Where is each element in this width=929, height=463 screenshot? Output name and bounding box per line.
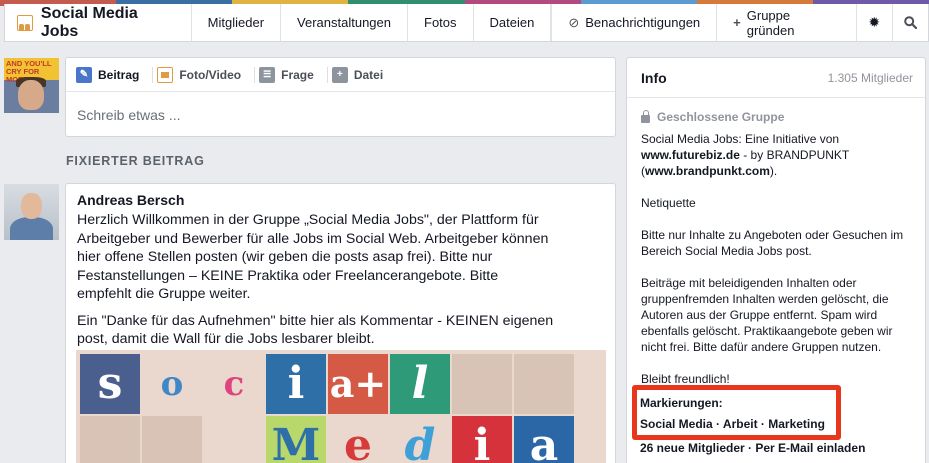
composer-input[interactable]: Schreib etwas ... — [66, 92, 615, 138]
rules-line: Autoren aus der Gruppe entfernt. Spam wi… — [641, 308, 878, 322]
settings-button[interactable]: ✹ — [857, 4, 893, 41]
post-paragraph-1: Herzlich Willkommen in der Gruppe „Socia… — [77, 212, 549, 302]
post-image[interactable]: s o c i a+ l M e d i a — [76, 350, 606, 463]
rules-line: Bereich Social Media Jobs post. — [641, 244, 812, 258]
desc-line: (www.brandpunkt.com). — [641, 164, 778, 178]
nav-events[interactable]: Veranstaltungen — [281, 4, 408, 41]
image-tile: a+ — [328, 354, 388, 414]
pencil-icon: ✎ — [76, 66, 92, 83]
tab-photo-video-label: Foto/Video — [179, 67, 242, 82]
post-author[interactable]: Andreas Bersch — [77, 192, 184, 208]
image-tile: i — [452, 416, 512, 463]
nav-photos[interactable]: Fotos — [408, 4, 474, 41]
rules-line: nicht frei. Bitte dafür andere Gruppen n… — [641, 340, 882, 354]
image-tile — [452, 354, 512, 414]
image-tile: l — [390, 354, 450, 414]
tab-post[interactable]: ✎ Beitrag — [76, 58, 154, 92]
tab-question-label: Frage — [281, 67, 314, 82]
image-tile: o — [142, 354, 202, 414]
image-tile — [80, 416, 140, 463]
member-count[interactable]: 1.305 Mitglieder — [828, 71, 913, 85]
info-title: Info — [641, 69, 667, 86]
netiquette-heading: Netiquette — [641, 196, 696, 210]
question-list-icon: ☰ — [259, 66, 276, 83]
group-icon — [17, 14, 33, 31]
plus-icon: + — [733, 15, 741, 30]
desc-line: Social Media Jobs: Eine Initiative von — [641, 132, 840, 146]
tags-highlight-box — [632, 385, 841, 440]
desc-line: www.futurebiz.de - by BRANDPUNKT — [641, 147, 916, 163]
search-icon — [903, 16, 917, 29]
tags-list[interactable]: Social Media · Arbeit · Marketing — [640, 417, 825, 431]
group-name[interactable]: Social Media Jobs — [41, 5, 179, 41]
image-tile: i — [266, 354, 326, 414]
tab-question[interactable]: ☰ Frage — [259, 58, 328, 92]
search-button[interactable] — [893, 4, 929, 41]
author-avatar[interactable] — [4, 184, 59, 240]
rules-line: gruppenfremden Inhalten werden gelöscht,… — [641, 292, 889, 306]
group-top-nav: Social Media Jobs Mitglieder Veranstaltu… — [4, 4, 929, 42]
nav-members[interactable]: Mitglieder — [192, 4, 282, 41]
desc-mid: - by BRANDPUNKT — [739, 148, 850, 162]
notifications-off-icon: ⊘ — [568, 14, 580, 30]
post-composer: ✎ Beitrag Foto/Video ☰ Frage + Datei Sch… — [65, 57, 616, 137]
notifications-label: Benachrichtigungen — [585, 15, 701, 30]
tab-file-label: Datei — [353, 67, 384, 82]
rules-line: Beiträge mit beleidigenden Inhalten oder — [641, 276, 857, 290]
post-paragraph-2: Ein "Danke für das Aufnehmen" bitte hier… — [77, 312, 554, 348]
pinned-section-label: FIXIERTER BEITRAG — [66, 154, 205, 168]
rules-line: ebenfalls gelöscht. Praktikaangebote geb… — [641, 324, 893, 338]
image-tile — [514, 354, 574, 414]
image-tile: M — [266, 416, 326, 463]
composer-tabs: ✎ Beitrag Foto/Video ☰ Frage + Datei — [66, 58, 615, 92]
lock-icon — [641, 110, 650, 123]
rules-line: Bitte nur Inhalte zu Angeboten oder Gesu… — [641, 228, 904, 242]
image-tile: e — [328, 416, 388, 463]
tab-photo-video[interactable]: Foto/Video — [157, 58, 256, 92]
post-body: Herzlich Willkommen in der Gruppe „Socia… — [77, 211, 607, 357]
tab-file[interactable]: + Datei — [331, 58, 393, 92]
image-tile — [142, 416, 202, 463]
futurebiz-link[interactable]: www.futurebiz.de — [641, 148, 740, 162]
privacy-label: Geschlossene Gruppe — [657, 110, 785, 124]
image-tile: c — [204, 354, 264, 414]
group-brand[interactable]: Social Media Jobs — [5, 4, 192, 41]
group-description: Social Media Jobs: Eine Initiative von w… — [641, 131, 916, 387]
info-header: Info 1.305 Mitglieder — [627, 58, 925, 98]
pinned-post: Andreas Bersch Herzlich Willkommen in de… — [65, 183, 616, 463]
image-tile: a — [514, 416, 574, 463]
photo-icon — [157, 66, 174, 83]
privacy-status: Geschlossene Gruppe — [641, 110, 784, 124]
gear-icon: ✹ — [868, 14, 881, 30]
image-tile: s — [80, 354, 140, 414]
file-add-icon: + — [331, 66, 348, 83]
image-tile: d — [390, 416, 450, 463]
brandpunkt-link[interactable]: www.brandpunkt.com — [645, 164, 770, 178]
tab-post-label: Beitrag — [98, 67, 140, 82]
tags-label: Markierungen: — [640, 396, 723, 410]
nav-files[interactable]: Dateien — [474, 4, 552, 41]
create-group-label: Gruppe gründen — [746, 7, 795, 38]
notifications-button[interactable]: ⊘ Benachrichtigungen — [551, 4, 718, 41]
current-user-avatar[interactable]: AND YOU'LL CRY FOR MORE! — [4, 58, 59, 113]
create-group-button[interactable]: + Gruppe gründen — [717, 4, 857, 41]
image-tile — [204, 416, 264, 463]
new-members-invite[interactable]: 26 neue Mitglieder · Per E-Mail einladen — [640, 441, 865, 455]
